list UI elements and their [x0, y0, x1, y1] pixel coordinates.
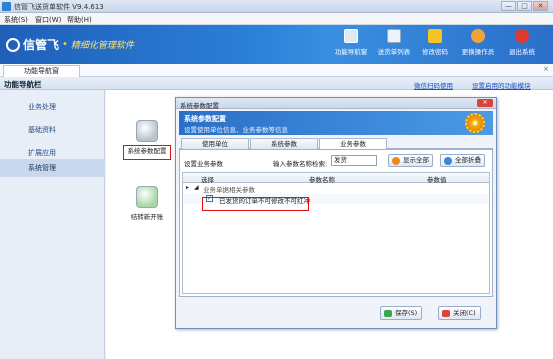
- dialog-tabs: 使用单位 系统参数 业务参数: [179, 138, 493, 150]
- monitor-icon: [344, 29, 358, 43]
- brand-dot: •: [62, 39, 68, 50]
- sidebar-item-basic-data[interactable]: 基础资料: [0, 121, 105, 139]
- dialog-close-button[interactable]: ✕: [477, 99, 493, 107]
- tab-close-icon[interactable]: ×: [543, 65, 549, 73]
- save-button[interactable]: 保存(S): [380, 306, 423, 320]
- window-title: 信管飞送货单软件 V9.4.613: [14, 3, 104, 11]
- dialog-header-title: 系统参数配置: [184, 115, 226, 123]
- dialog-header: 系统参数配置 设置使用单位信息、业务参数等信息: [179, 111, 493, 135]
- toolbar-delivery-list-button[interactable]: 送货单列表: [372, 29, 416, 62]
- brand-logo: 信管飞 • 精细化管理软件: [6, 36, 134, 53]
- database-gear-icon: [136, 120, 158, 142]
- group-row[interactable]: ▸ ◢ 业务单据相关参数: [183, 183, 489, 194]
- wechat-scan-link[interactable]: 微信扫码使用: [414, 80, 453, 90]
- panel-label: 设置业务参数: [184, 160, 223, 168]
- tab-strip: 功能导航窗 ×: [0, 64, 553, 77]
- brand-slogan: 精细化管理软件: [70, 41, 134, 51]
- nav-header: 功能导航栏 微信扫码使用 设置启用的功能模块: [0, 77, 553, 90]
- menu-system[interactable]: 系统(S): [4, 15, 28, 25]
- business-params-panel: 设置业务参数 输入参数名称检索: 发货 显示全部 全部折叠 选择 参数名称 参数…: [179, 149, 493, 297]
- toolbar-label: 更换操作员: [461, 48, 495, 56]
- collapse-all-icon: [444, 157, 452, 165]
- tab-using-unit[interactable]: 使用单位: [181, 138, 249, 149]
- toolbar-nav-window-button[interactable]: 功能导航窗: [329, 29, 373, 62]
- param-search-input[interactable]: 发货: [331, 155, 377, 166]
- row-indicator-icon: ▸: [186, 184, 190, 191]
- exit-icon: [515, 29, 529, 43]
- show-all-label: 显示全部: [403, 156, 429, 164]
- shortcut-label: 结转新开账: [130, 213, 164, 221]
- maximize-button[interactable]: □: [517, 1, 532, 11]
- close-label: 关闭(C): [453, 309, 476, 317]
- menu-help[interactable]: 帮助(H): [67, 15, 92, 25]
- close-window-button[interactable]: ✕: [533, 1, 548, 11]
- toolbar-switch-operator-button[interactable]: 更换操作员: [456, 29, 500, 62]
- system-params-dialog: 系统参数配置 ✕ 系统参数配置 设置使用单位信息、业务参数等信息 使用单位 系统…: [175, 97, 497, 329]
- dialog-header-subtitle: 设置使用单位信息、业务参数等信息: [184, 126, 288, 134]
- configure-modules-link[interactable]: 设置启用的功能模块: [472, 80, 531, 90]
- close-icon: [442, 310, 450, 317]
- close-button[interactable]: 关闭(C): [438, 306, 481, 320]
- save-label: 保存(S): [395, 309, 418, 317]
- highlight-box: [123, 145, 171, 160]
- sidebar-item-system-management[interactable]: 系统管理: [0, 159, 105, 177]
- search-label: 输入参数名称检索:: [273, 160, 328, 168]
- app-icon: [2, 2, 11, 11]
- collapse-all-label: 全部折叠: [455, 156, 481, 164]
- lock-icon: [428, 29, 442, 43]
- collapse-all-button[interactable]: 全部折叠: [440, 154, 485, 167]
- grid-header: 选择 参数名称 参数值: [183, 173, 489, 184]
- toolbar-label: 修改密码: [422, 48, 448, 56]
- save-icon: [384, 310, 392, 317]
- tab-system-params[interactable]: 系统参数: [250, 138, 318, 149]
- logo-icon: [6, 37, 20, 52]
- gear-icon: [465, 113, 485, 133]
- tab-function-nav[interactable]: 功能导航窗: [3, 65, 80, 77]
- window-titlebar: 信管飞送货单软件 V9.4.613 — □ ✕: [0, 0, 553, 13]
- minimize-button[interactable]: —: [501, 1, 516, 11]
- dialog-footer: 保存(S) 关闭(C): [176, 304, 496, 328]
- database-refresh-icon: [136, 186, 158, 208]
- toolbar-label: 功能导航窗: [334, 48, 368, 56]
- user-icon: [471, 29, 485, 43]
- highlight-box: [202, 197, 309, 211]
- brand-name: 信管飞: [23, 38, 60, 52]
- menu-bar: 系统(S) 窗口(W) 帮助(H): [0, 13, 553, 25]
- carry-forward-shortcut[interactable]: 结转新开账: [121, 186, 173, 221]
- show-all-button[interactable]: 显示全部: [388, 154, 433, 167]
- dialog-titlebar: 系统参数配置 ✕: [176, 98, 496, 110]
- toolbar-change-password-button[interactable]: 修改密码: [413, 29, 457, 62]
- params-grid: 选择 参数名称 参数值 ▸ ◢ 业务单据相关参数 ✓ 已发货的订单不可修改不可红…: [182, 172, 490, 294]
- group-label: 业务单据相关参数: [203, 186, 255, 194]
- list-icon: [387, 29, 401, 43]
- toolbar-label: 退出系统: [509, 48, 535, 56]
- sidebar: 业务处理 基础资料 扩展应用 系统管理: [0, 90, 105, 359]
- nav-header-title: 功能导航栏: [4, 80, 42, 89]
- toolbar-exit-button[interactable]: 退出系统: [500, 29, 544, 62]
- sidebar-item-business[interactable]: 业务处理: [0, 98, 105, 116]
- show-all-icon: [392, 157, 400, 165]
- menu-window[interactable]: 窗口(W): [35, 15, 61, 25]
- app-banner: 信管飞 • 精细化管理软件 功能导航窗 送货单列表 修改密码 更换操作员 退出系…: [0, 25, 553, 64]
- dialog-title: 系统参数配置: [180, 102, 219, 110]
- expand-icon[interactable]: ◢: [194, 184, 199, 191]
- toolbar-label: 送货单列表: [377, 48, 411, 56]
